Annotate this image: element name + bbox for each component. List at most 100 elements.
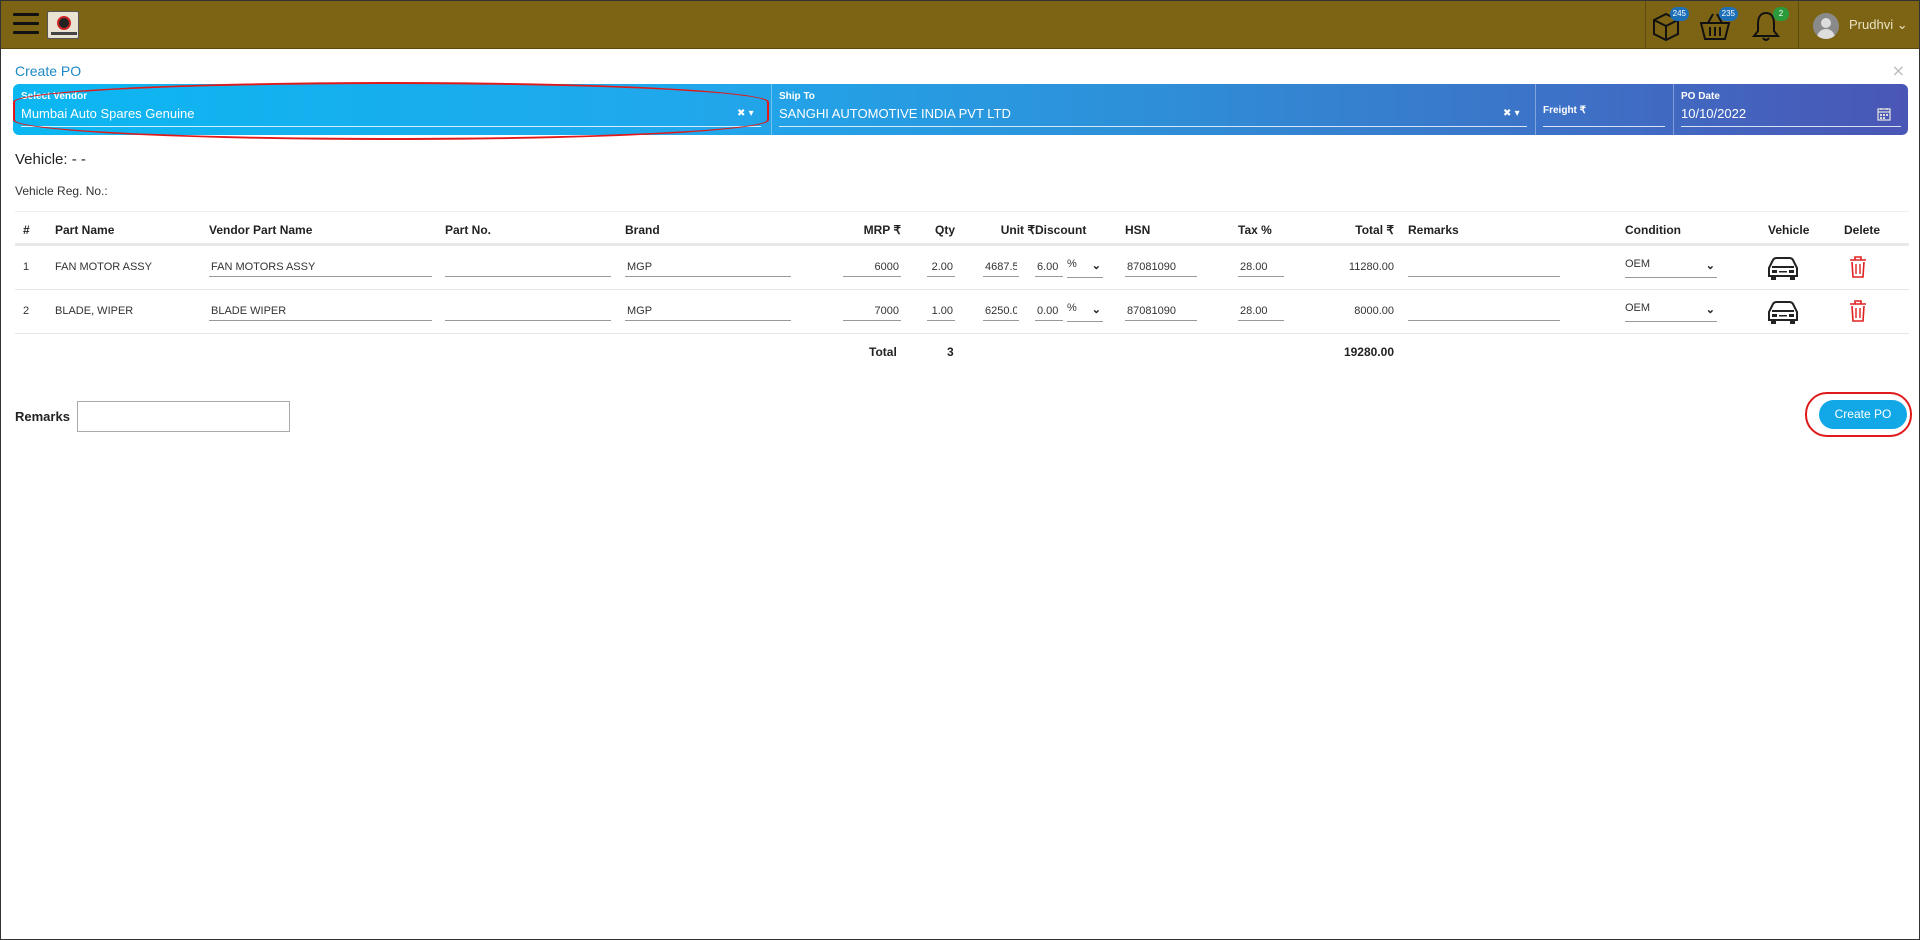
notifications-badge: 2 bbox=[1773, 7, 1789, 21]
condition-value: OEM bbox=[1625, 302, 1651, 314]
col-vendor-part-name: Vendor Part Name bbox=[209, 223, 313, 237]
vehicle-label: Vehicle: - - bbox=[15, 151, 86, 168]
trash-icon[interactable] bbox=[1849, 300, 1867, 322]
condition-select[interactable]: OEM ⌄ bbox=[1625, 302, 1717, 322]
col-hsn: HSN bbox=[1125, 223, 1151, 237]
discount-input[interactable] bbox=[1035, 302, 1063, 321]
hsn-input[interactable] bbox=[1125, 302, 1197, 321]
chevron-down-icon: ⌄ bbox=[1705, 304, 1715, 316]
packages-icon[interactable]: 245 bbox=[1649, 7, 1689, 43]
po-header-bar: Select Vendor Mumbai Auto Spares Genuine… bbox=[13, 84, 1908, 135]
total-qty: 3 bbox=[947, 345, 954, 359]
remarks-textbox[interactable] bbox=[77, 401, 290, 432]
brand-input[interactable] bbox=[625, 258, 791, 277]
col-vehicle: Vehicle bbox=[1768, 223, 1810, 237]
ship-to-value: SANGHI AUTOMOTIVE INDIA PVT LTD bbox=[779, 106, 1011, 121]
vendor-part-name-input[interactable] bbox=[209, 302, 432, 321]
vehicle-reg-label: Vehicle Reg. No.: bbox=[15, 184, 108, 198]
hsn-input[interactable] bbox=[1125, 258, 1197, 277]
ship-to-underline bbox=[779, 126, 1527, 127]
trash-icon[interactable] bbox=[1849, 256, 1867, 278]
dropdown-icon[interactable]: ▾ bbox=[749, 108, 754, 119]
part-no-input[interactable] bbox=[445, 258, 611, 277]
part-no-input[interactable] bbox=[445, 302, 611, 321]
company-logo[interactable] bbox=[47, 11, 79, 39]
clear-icon[interactable]: ✖ bbox=[737, 108, 745, 119]
chevron-down-icon: ⌄ bbox=[1091, 304, 1101, 316]
brand-input[interactable] bbox=[625, 302, 791, 321]
table-total-row: Total 3 19280.00 bbox=[15, 334, 1909, 370]
create-po-button[interactable]: Create PO bbox=[1819, 400, 1907, 429]
field-divider bbox=[1535, 84, 1536, 135]
freight-label: Freight ₹ bbox=[1543, 105, 1587, 116]
table-row: 2 BLADE, WIPER %⌄ 8000.00 OEM⌄ bbox=[15, 290, 1909, 334]
remarks-input[interactable] bbox=[1408, 302, 1560, 321]
packages-badge: 245 bbox=[1669, 7, 1689, 21]
freight-underline bbox=[1543, 126, 1665, 127]
discount-input[interactable] bbox=[1035, 258, 1063, 277]
col-mrp: MRP ₹ bbox=[863, 223, 901, 237]
col-part-no: Part No. bbox=[445, 223, 492, 237]
mrp-input[interactable] bbox=[843, 258, 901, 277]
col-part-name: Part Name bbox=[55, 223, 115, 237]
unit-price-input[interactable] bbox=[983, 302, 1019, 321]
user-name: Prudhvi bbox=[1849, 17, 1894, 32]
discount-type-select[interactable]: % ⌄ bbox=[1067, 258, 1103, 278]
col-tax: Tax % bbox=[1238, 223, 1272, 237]
cart-basket-icon[interactable]: 235 bbox=[1698, 7, 1738, 43]
col-brand: Brand bbox=[625, 223, 660, 237]
tax-input[interactable] bbox=[1238, 302, 1284, 321]
remarks-input[interactable] bbox=[1408, 258, 1560, 277]
col-delete: Delete bbox=[1844, 223, 1881, 237]
col-condition: Condition bbox=[1625, 223, 1681, 237]
discount-type-value: % bbox=[1067, 302, 1077, 314]
table-header: # Part Name Vendor Part Name Part No. Br… bbox=[15, 211, 1909, 246]
remarks-label: Remarks bbox=[15, 409, 70, 424]
po-date-label: PO Date bbox=[1681, 91, 1720, 102]
chevron-down-icon: ⌄ bbox=[1091, 260, 1101, 272]
row-index: 2 bbox=[23, 305, 30, 317]
vehicle-car-icon[interactable] bbox=[1766, 299, 1800, 325]
field-divider bbox=[1673, 84, 1674, 135]
po-items-table: # Part Name Vendor Part Name Part No. Br… bbox=[15, 211, 1909, 370]
dropdown-icon[interactable]: ▾ bbox=[1515, 108, 1520, 119]
discount-type-value: % bbox=[1067, 258, 1077, 270]
field-divider bbox=[771, 84, 772, 135]
clear-icon[interactable]: ✖ bbox=[1503, 108, 1511, 119]
user-menu[interactable]: Prudhvi ⌄ bbox=[1849, 17, 1908, 33]
col-total: Total ₹ bbox=[1355, 223, 1394, 237]
discount-type-select[interactable]: % ⌄ bbox=[1067, 302, 1103, 322]
col-index: # bbox=[23, 223, 30, 237]
unit-price-input[interactable] bbox=[983, 258, 1019, 277]
ship-to-label: Ship To bbox=[779, 91, 815, 102]
vendor-part-name-input[interactable] bbox=[209, 258, 432, 277]
calendar-icon[interactable] bbox=[1877, 106, 1891, 125]
tax-input[interactable] bbox=[1238, 258, 1284, 277]
po-date-input[interactable]: PO Date 10/10/2022 bbox=[1675, 84, 1905, 135]
vendor-select[interactable]: Select Vendor Mumbai Auto Spares Genuine… bbox=[15, 84, 765, 135]
part-name: BLADE, WIPER bbox=[55, 305, 134, 317]
close-icon[interactable]: × bbox=[1892, 61, 1905, 80]
vendor-value: Mumbai Auto Spares Genuine bbox=[21, 106, 195, 121]
total-label: Total bbox=[869, 345, 897, 359]
vehicle-car-icon[interactable] bbox=[1766, 255, 1800, 281]
po-date-underline bbox=[1681, 126, 1901, 127]
condition-select[interactable]: OEM ⌄ bbox=[1625, 258, 1717, 278]
row-index: 1 bbox=[23, 261, 30, 273]
col-remarks: Remarks bbox=[1408, 223, 1459, 237]
freight-input[interactable]: Freight ₹ bbox=[1537, 84, 1669, 135]
cart-badge: 235 bbox=[1718, 7, 1738, 21]
ship-to-select[interactable]: Ship To SANGHI AUTOMOTIVE INDIA PVT LTD … bbox=[773, 84, 1533, 135]
qty-input[interactable] bbox=[927, 258, 955, 277]
user-avatar[interactable] bbox=[1813, 13, 1839, 39]
grand-total: 19280.00 bbox=[1343, 345, 1394, 359]
mrp-input[interactable] bbox=[843, 302, 901, 321]
top-navbar: 245 235 2 Prudhvi ⌄ bbox=[1, 1, 1919, 49]
col-qty: Qty bbox=[935, 223, 956, 237]
row-total: 11280.00 bbox=[1348, 261, 1394, 273]
hamburger-menu-icon[interactable] bbox=[13, 13, 39, 35]
bell-icon[interactable]: 2 bbox=[1749, 7, 1789, 43]
table-row: 1 FAN MOTOR ASSY %⌄ 11280.00 OEM⌄ bbox=[15, 246, 1909, 290]
page-title: Create PO bbox=[15, 63, 82, 79]
qty-input[interactable] bbox=[927, 302, 955, 321]
